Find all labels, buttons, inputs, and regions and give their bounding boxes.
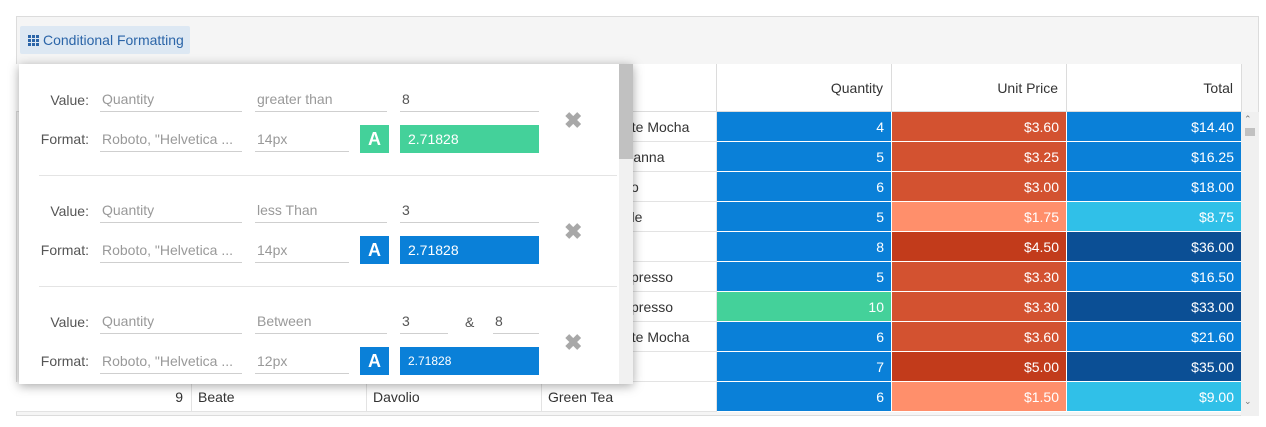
unit-price-cell: $3.30: [892, 262, 1067, 292]
conditional-formatting-panel: Value: Quantity greater than 8 Format: Roboto…: [19, 64, 633, 384]
total-cell: $18.00: [1067, 172, 1242, 202]
panel-scroll-thumb[interactable]: [619, 64, 633, 159]
conditional-formatting-label: Conditional Formatting: [43, 32, 184, 48]
unit-price-cell: $1.75: [892, 202, 1067, 232]
panel-scrollbar[interactable]: [619, 64, 633, 384]
format-label: Format:: [40, 242, 89, 258]
condition-select[interactable]: Between: [255, 308, 387, 334]
font-family-select[interactable]: Roboto, "Helvetica ...: [100, 126, 242, 152]
format-preview[interactable]: 2.71828: [400, 236, 539, 264]
row-id-cell: 9: [16, 382, 192, 412]
first-name-cell: Beate: [192, 382, 367, 412]
font-color-button[interactable]: A: [360, 125, 389, 153]
header-total[interactable]: Total: [1067, 64, 1242, 112]
total-cell: $35.00: [1067, 352, 1242, 382]
font-family-select[interactable]: Roboto, "Helvetica ...: [100, 348, 242, 374]
quantity-cell: 6: [717, 172, 892, 202]
value-label: Value:: [50, 314, 89, 330]
delete-rule-icon[interactable]: ✖: [564, 330, 582, 356]
quantity-cell: 5: [717, 202, 892, 232]
condition-select[interactable]: greater than: [255, 86, 387, 112]
quantity-cell: 5: [717, 262, 892, 292]
field-select[interactable]: Quantity: [100, 86, 242, 112]
quantity-cell: 8: [717, 232, 892, 262]
condition-select[interactable]: less Than: [255, 197, 387, 223]
format-rule: Value: Quantity greater than 8 Format: Roboto…: [19, 64, 619, 174]
grid-icon: [28, 34, 39, 46]
total-cell: $36.00: [1067, 232, 1242, 262]
font-color-button[interactable]: A: [360, 347, 389, 375]
header-quantity[interactable]: Quantity: [717, 64, 892, 112]
scroll-thumb[interactable]: [1245, 128, 1255, 136]
grid-scrollbar[interactable]: ⌃ ⌄: [1241, 112, 1259, 416]
total-cell: $14.40: [1067, 112, 1242, 142]
format-rule: Value: Quantity Between 3 & 8 Format: Roboto, "…: [19, 286, 619, 384]
total-cell: $8.75: [1067, 202, 1242, 232]
total-cell: $9.00: [1067, 382, 1242, 412]
font-family-select[interactable]: Roboto, "Helvetica ...: [100, 237, 242, 263]
format-label: Format:: [40, 353, 89, 369]
quantity-cell: 5: [717, 142, 892, 172]
format-preview[interactable]: 2.71828: [400, 125, 539, 153]
format-preview[interactable]: 2.71828: [400, 347, 539, 375]
value-label: Value:: [50, 203, 89, 219]
last-name-cell: Davolio: [367, 382, 542, 412]
unit-price-cell: $3.25: [892, 142, 1067, 172]
unit-price-cell: $3.00: [892, 172, 1067, 202]
unit-price-cell: $3.30: [892, 292, 1067, 322]
unit-price-cell: $5.00: [892, 352, 1067, 382]
value2-input[interactable]: 8: [493, 308, 539, 334]
value-input[interactable]: 3: [400, 197, 539, 223]
total-cell: $21.60: [1067, 322, 1242, 352]
value-input[interactable]: 8: [400, 86, 539, 112]
delete-rule-icon[interactable]: ✖: [564, 108, 582, 134]
scroll-up-icon[interactable]: ⌃: [1244, 114, 1252, 125]
quantity-cell: 7: [717, 352, 892, 382]
value-label: Value:: [50, 92, 89, 108]
total-cell: $16.50: [1067, 262, 1242, 292]
font-color-button[interactable]: A: [360, 236, 389, 264]
quantity-cell: 6: [717, 382, 892, 412]
font-size-select[interactable]: 14px: [255, 126, 349, 152]
total-cell: $16.25: [1067, 142, 1242, 172]
header-unit-price[interactable]: Unit Price: [892, 64, 1067, 112]
format-rule: Value: Quantity less Than 3 Format: Roboto, "…: [19, 175, 619, 285]
total-cell: $33.00: [1067, 292, 1242, 322]
conditional-formatting-button[interactable]: Conditional Formatting: [20, 26, 190, 54]
delete-rule-icon[interactable]: ✖: [564, 219, 582, 245]
value1-input[interactable]: 3: [400, 308, 448, 334]
unit-price-cell: $3.60: [892, 112, 1067, 142]
and-label: &: [465, 314, 475, 330]
quantity-cell: 6: [717, 322, 892, 352]
field-select[interactable]: Quantity: [100, 308, 242, 334]
font-size-select[interactable]: 14px: [255, 237, 349, 263]
scroll-down-icon[interactable]: ⌄: [1244, 396, 1252, 407]
quantity-cell: 4: [717, 112, 892, 142]
unit-price-cell: $1.50: [892, 382, 1067, 412]
unit-price-cell: $3.60: [892, 322, 1067, 352]
product-cell: Green Tea: [542, 382, 717, 412]
unit-price-cell: $4.50: [892, 232, 1067, 262]
font-size-select[interactable]: 12px: [255, 348, 349, 374]
quantity-cell: 10: [717, 292, 892, 322]
format-label: Format:: [40, 131, 89, 147]
field-select[interactable]: Quantity: [100, 197, 242, 223]
